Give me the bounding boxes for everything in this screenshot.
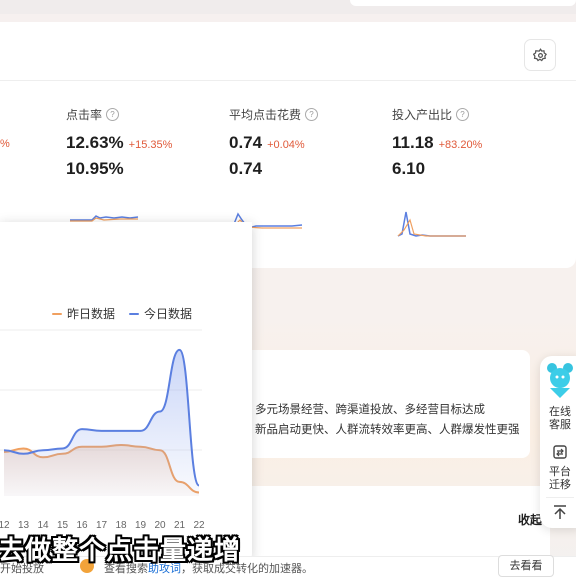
online-service-label-2[interactable]: 客服 (540, 419, 576, 432)
online-service-label-1[interactable]: 在线 (540, 406, 576, 419)
clipped-metric-change: % (0, 138, 10, 150)
metric-today-value: 11.18 (392, 133, 434, 152)
metric-change: +15.35% (128, 139, 173, 151)
chart-series (3, 348, 200, 496)
go-see-button[interactable]: 去看看 (498, 555, 554, 577)
metric-yesterday-value: 6.10 (392, 159, 426, 178)
metric-today-value: 12.63% (66, 133, 124, 152)
sidebar-divider (546, 497, 574, 498)
feature-line-2: 新品启动更快、人群流转效率更高、人群爆发性更强 (255, 424, 520, 436)
right-floating-sidebar: 在线 客服 平台 迁移 (540, 356, 576, 528)
video-subtitle: 去做整个点击量递增 (0, 535, 242, 565)
metric-label: 点击率 (66, 108, 103, 122)
card-divider (0, 80, 576, 81)
metric-ctr[interactable]: 点击率? 12.63% +15.35% 10.95% (66, 106, 172, 179)
help-icon[interactable]: ? (106, 108, 120, 121)
metric-yesterday-value: 10.95% (66, 159, 124, 178)
top-search-bar[interactable] (350, 0, 576, 6)
metric-label: 投入产出比 (392, 108, 453, 122)
collapse-button[interactable]: 收起 (518, 511, 542, 528)
help-icon[interactable]: ? (305, 108, 319, 121)
back-to-top-icon[interactable] (552, 504, 568, 520)
metric-change: +83.20% (438, 139, 483, 151)
trend-chart: 12 13 14 15 16 17 18 19 20 21 22 (0, 329, 205, 531)
metric-change: +0.04% (267, 139, 305, 151)
migrate-icon[interactable] (552, 444, 568, 460)
metric-label: 平均点击花费 (229, 108, 302, 122)
metric-yesterday-value: 0.74 (229, 159, 263, 178)
platform-migrate-label-1[interactable]: 平台 (540, 466, 576, 479)
metric-today-value: 0.74 (229, 133, 263, 152)
metric-cpc[interactable]: 平均点击花费? 0.74 +0.04% 0.74 (229, 106, 319, 179)
series-area (4, 349, 199, 496)
mascot-icon[interactable] (542, 362, 576, 402)
settings-button[interactable] (524, 39, 556, 71)
metric-roi[interactable]: 投入产出比? 11.18 +83.20% 6.10 (392, 106, 482, 179)
trend-chart-popup: 昨日数据 今日数据 12 13 14 15 16 17 18 19 20 21 22 (0, 222, 252, 560)
top-strip (0, 0, 576, 14)
gear-icon (532, 47, 547, 61)
feature-line-1: 多元场景经营、跨渠道投放、多经营目标达成 (255, 404, 485, 416)
platform-migrate-label-2[interactable]: 迁移 (540, 479, 576, 492)
help-icon[interactable]: ? (456, 108, 470, 121)
roi-sparkline (397, 211, 466, 237)
